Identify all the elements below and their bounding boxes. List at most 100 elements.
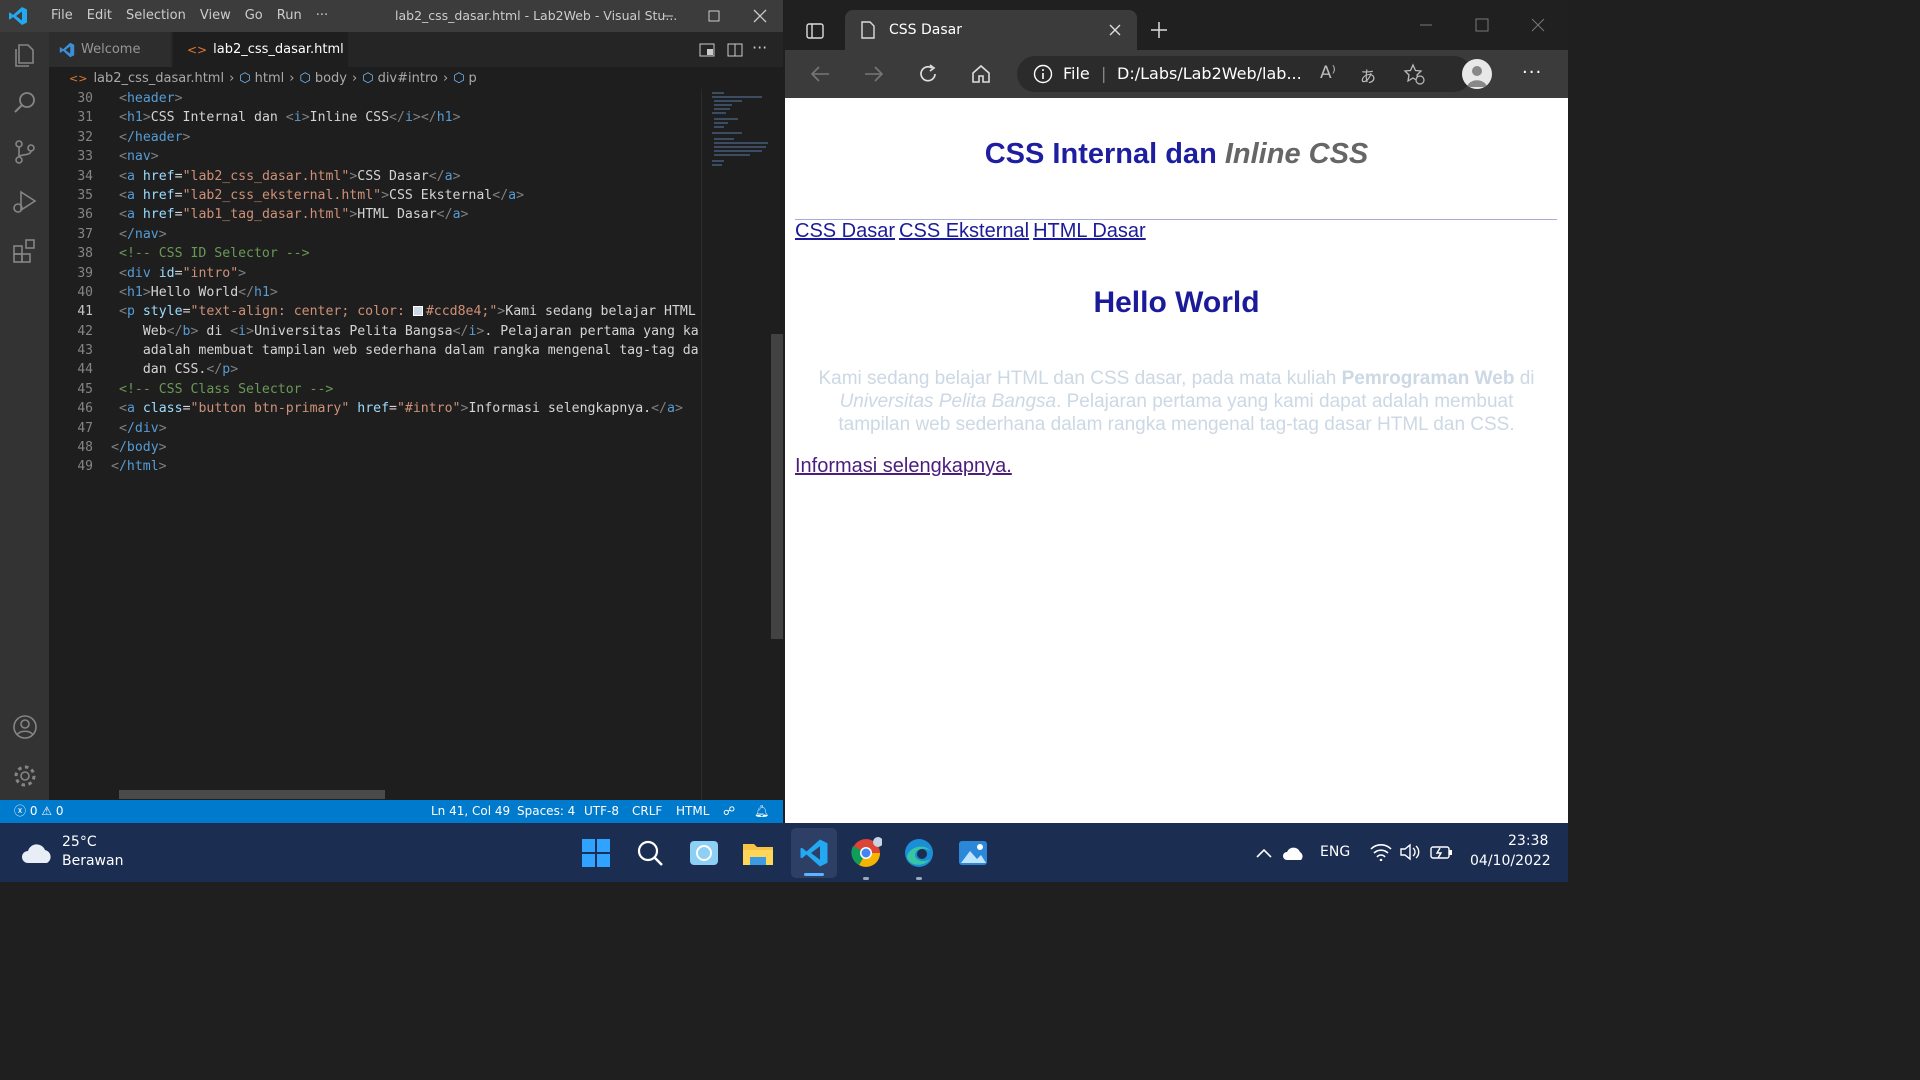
code-line: <a href="lab2_css_dasar.html">CSS Dasar<…: [119, 168, 461, 184]
read-aloud-icon[interactable]: A⁾: [1320, 63, 1336, 83]
more-info-link[interactable]: Informasi selengkapnya.: [795, 455, 1012, 478]
tab-actions-icon[interactable]: [806, 22, 824, 40]
settings-more-icon[interactable]: ···: [1522, 62, 1542, 83]
end-of-line[interactable]: CRLF: [632, 800, 662, 823]
tab-close-icon[interactable]: [1109, 24, 1121, 36]
menu-file[interactable]: File: [44, 0, 80, 32]
minimize-button[interactable]: [645, 0, 691, 32]
code-editor[interactable]: 30 31 32 33 34 35 36 37 38 39 40 41 42 4…: [49, 89, 701, 800]
refresh-icon[interactable]: [917, 63, 939, 85]
battery-charging-icon[interactable]: [1430, 843, 1454, 861]
nav-link-css-eksternal[interactable]: CSS Eksternal: [899, 220, 1029, 242]
indentation[interactable]: Spaces: 4: [517, 800, 575, 823]
split-editor-icon[interactable]: [727, 42, 743, 58]
show-hidden-icons-chevron-up-icon[interactable]: [1256, 847, 1272, 859]
taskbar-search-button[interactable]: [631, 834, 669, 872]
extensions-icon[interactable]: [10, 236, 40, 266]
run-debug-icon[interactable]: [10, 186, 40, 216]
nav-link-css-dasar[interactable]: CSS Dasar: [795, 220, 895, 242]
horizontal-scrollbar[interactable]: [119, 790, 385, 799]
start-button[interactable]: [577, 834, 615, 872]
breadcrumb-file[interactable]: lab2_css_dasar.html: [93, 71, 224, 86]
notifications-bell-icon[interactable]: 🔔︎: [754, 800, 769, 823]
weather-widget[interactable]: 25°C Berawan: [20, 832, 130, 874]
volume-icon[interactable]: [1400, 843, 1422, 861]
breadcrumb-div-intro[interactable]: div#intro: [378, 71, 438, 86]
onedrive-cloud-icon[interactable]: [1282, 845, 1306, 861]
accounts-icon[interactable]: [10, 712, 40, 742]
breadcrumb-p[interactable]: p: [469, 71, 477, 86]
code-line: <header>: [119, 91, 183, 106]
address-bar[interactable]: File | D:/Labs/Lab2Web/lab... A⁾ あ: [1017, 56, 1472, 92]
scrollbar-thumb[interactable]: [771, 334, 783, 639]
cube-icon: ⬡: [239, 70, 251, 86]
taskbar-chrome[interactable]: [847, 834, 885, 880]
taskbar-camera-app[interactable]: [685, 834, 723, 872]
menu-go[interactable]: Go: [238, 0, 270, 32]
profile-avatar[interactable]: [1462, 59, 1492, 89]
browser-tab[interactable]: CSS Dasar: [845, 10, 1137, 50]
menu-selection[interactable]: Selection: [119, 0, 193, 32]
maximize-button[interactable]: [691, 0, 737, 32]
clock-time[interactable]: 23:38: [1508, 833, 1548, 849]
maximize-icon[interactable]: [1475, 18, 1489, 32]
activity-bar: [0, 32, 49, 800]
clock-date[interactable]: 04/10/2022: [1470, 853, 1551, 869]
encoding[interactable]: UTF-8: [584, 800, 619, 823]
info-icon[interactable]: [1033, 64, 1053, 84]
nav-link-html-dasar[interactable]: HTML Dasar: [1033, 220, 1146, 242]
open-preview-icon[interactable]: [699, 42, 715, 58]
menu-more[interactable]: ···: [309, 0, 335, 32]
line-number: 48: [77, 440, 93, 456]
translate-icon[interactable]: あ: [1360, 63, 1376, 87]
menu-edit[interactable]: Edit: [80, 0, 119, 32]
photos-icon: [959, 841, 987, 865]
problems-indicator[interactable]: ⓧ 0 ⚠ 0: [14, 800, 64, 823]
taskbar-vscode[interactable]: [791, 828, 837, 878]
minimap[interactable]: [701, 89, 771, 800]
source-control-icon[interactable]: [10, 137, 40, 167]
taskbar-photos[interactable]: [954, 834, 992, 872]
wifi-icon[interactable]: [1370, 843, 1392, 861]
back-arrow-icon[interactable]: [809, 63, 831, 85]
taskbar-file-explorer[interactable]: [739, 834, 777, 872]
menu-view[interactable]: View: [193, 0, 238, 32]
breadcrumb-html[interactable]: html: [255, 71, 285, 86]
active-indicator: [804, 873, 824, 876]
forward-arrow-icon[interactable]: [863, 63, 885, 85]
more-actions-icon[interactable]: ···: [752, 38, 767, 57]
add-favorite-star-icon[interactable]: [1403, 63, 1425, 85]
code-line: </header>: [119, 129, 191, 145]
paragraph-italic: Universitas Pelita Bangsa: [839, 391, 1057, 412]
home-icon[interactable]: [970, 63, 992, 85]
edge-tab-strip: CSS Dasar: [785, 0, 1568, 50]
chevron-right-icon: ›: [442, 70, 449, 86]
menu-run[interactable]: Run: [270, 0, 309, 32]
color-swatch[interactable]: [412, 306, 423, 317]
close-button[interactable]: [737, 0, 783, 32]
minimize-icon[interactable]: [1419, 18, 1433, 32]
close-icon[interactable]: [1531, 18, 1545, 32]
breadcrumb-body[interactable]: body: [315, 71, 347, 86]
editor-tabs: Welcome <> lab2_css_dasar.html ···: [49, 32, 783, 67]
maximize-icon: [708, 10, 720, 22]
edge-toolbar: File | D:/Labs/Lab2Web/lab... A⁾ あ ···: [785, 50, 1568, 98]
search-icon[interactable]: [10, 88, 40, 118]
input-language[interactable]: ENG: [1320, 844, 1350, 860]
line-number: 38: [77, 246, 93, 262]
feedback-icon[interactable]: ☍: [723, 800, 735, 823]
cloud-icon: [22, 844, 51, 863]
page-title: CSS Internal dan Inline CSS: [785, 138, 1568, 171]
settings-gear-icon[interactable]: [10, 761, 40, 791]
explorer-icon[interactable]: [10, 40, 40, 70]
cursor-position[interactable]: Ln 41, Col 49: [431, 800, 510, 823]
line-number: 40: [77, 284, 93, 300]
tab-welcome[interactable]: Welcome: [49, 32, 172, 67]
language-mode[interactable]: HTML: [676, 800, 709, 823]
windows-taskbar: 25°C Berawan ENG 23:38 04/10/2022: [0, 823, 1568, 882]
tab-lab2-css-dasar[interactable]: <> lab2_css_dasar.html: [173, 32, 348, 67]
taskbar-edge[interactable]: [900, 834, 938, 880]
code-line: <a class="button btn-primary" href="#int…: [119, 401, 683, 417]
vertical-scrollbar[interactable]: [771, 89, 783, 800]
new-tab-plus-icon[interactable]: [1150, 21, 1168, 39]
